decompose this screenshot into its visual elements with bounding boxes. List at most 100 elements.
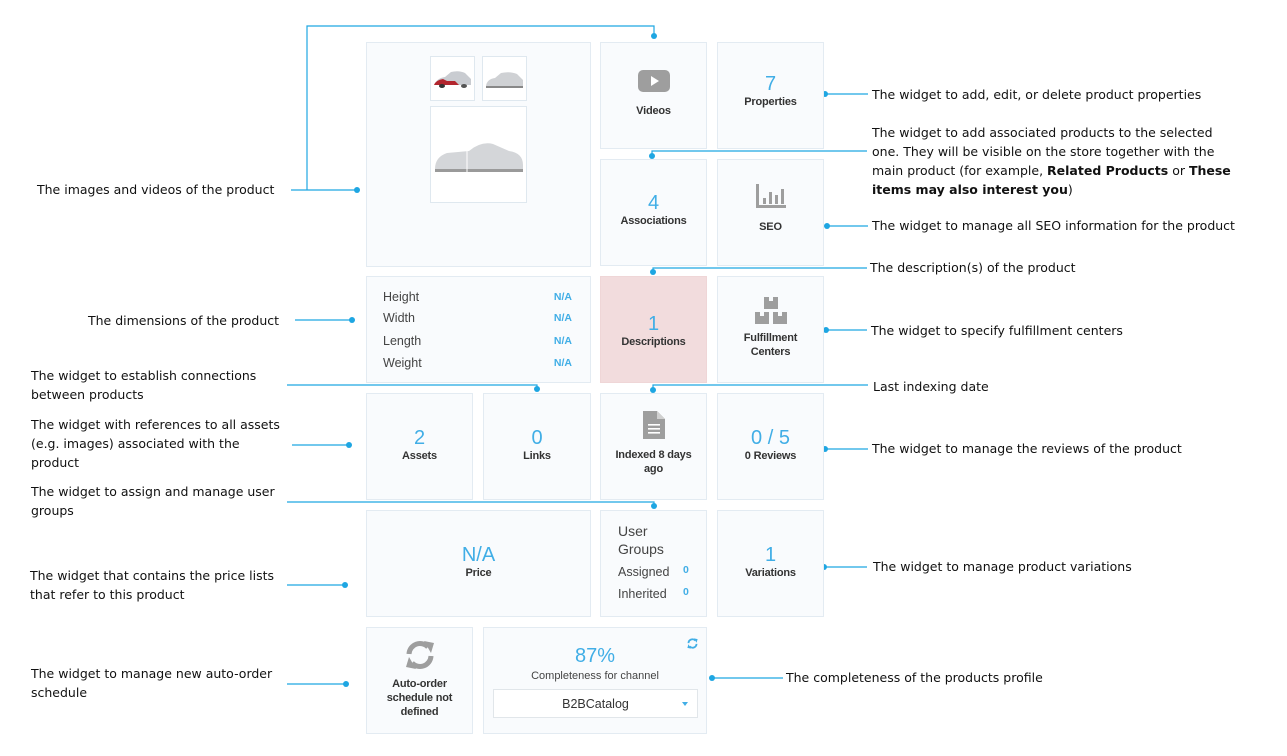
- reviews-label: 0 Reviews: [744, 449, 797, 462]
- image-thumbnail-1[interactable]: [430, 56, 475, 101]
- refresh-icon: [405, 640, 434, 669]
- dimension-key: Weight: [383, 356, 422, 370]
- videos-widget[interactable]: Videos: [600, 42, 707, 149]
- connector-user-groups: [287, 501, 655, 505]
- assets-count: 2: [413, 426, 426, 449]
- annotation-associations-line2: one. They will be visible on the store t…: [872, 144, 1215, 159]
- annotation-seo: The widget to manage all SEO information…: [872, 218, 1235, 233]
- associations-widget[interactable]: 4 Associations: [600, 159, 707, 266]
- dimension-row-width: Width N/A: [383, 308, 572, 328]
- user-groups-title-line2: Groups: [618, 541, 664, 557]
- text: main product (for example,: [872, 163, 1048, 178]
- price-value: N/A: [461, 543, 496, 566]
- annotation-associations-line4: items may also interest you): [872, 180, 1231, 199]
- dimension-key: Width: [383, 311, 415, 325]
- dimension-value: N/A: [553, 312, 572, 324]
- annotation-dimensions: The dimensions of the product: [88, 313, 280, 328]
- text: or: [1168, 163, 1189, 178]
- annotation-fulfillment: The widget to specify fulfillment center…: [871, 323, 1123, 338]
- dimension-key: Height: [383, 290, 420, 304]
- dimension-value: N/A: [553, 335, 572, 347]
- user-groups-assigned-key: Assigned: [618, 565, 670, 579]
- annotation-auto-order-line1: The widget to manage new auto-order: [31, 666, 273, 681]
- annotation-price: The widget that contains the price lists…: [30, 566, 274, 604]
- channel-select-value: B2BCatalog: [562, 697, 629, 711]
- dimension-row-length: Length N/A: [383, 331, 572, 351]
- annotation-associations-line1: The widget to add associated products to…: [872, 125, 1213, 140]
- associations-label: Associations: [620, 214, 687, 227]
- seo-label: SEO: [759, 220, 782, 233]
- annotation-user-groups-line1: The widget to assign and manage user: [31, 484, 275, 499]
- reviews-count: 0 / 5: [751, 426, 790, 449]
- annotation-indexed: Last indexing date: [873, 379, 989, 394]
- fulfillment-label-line1: Fulfillment: [743, 331, 798, 344]
- dimension-row-weight: Weight N/A: [383, 353, 572, 373]
- annotation-associations-line3: main product (for example, Related Produ…: [872, 161, 1231, 180]
- reviews-widget[interactable]: 0 / 5 0 Reviews: [717, 393, 824, 500]
- descriptions-widget[interactable]: 1 Descriptions: [600, 276, 707, 383]
- annotation-assets: The widget with references to all assets…: [31, 415, 280, 472]
- car-red-image: [434, 71, 471, 88]
- connector-links: [287, 384, 538, 389]
- dimension-value: N/A: [553, 357, 572, 369]
- completeness-percent: 87%: [574, 645, 616, 667]
- related-products-term: Related Products: [1047, 163, 1169, 178]
- fulfillment-label-line2: Centers: [750, 345, 791, 358]
- links-count: 0: [531, 426, 543, 449]
- dimension-key: Length: [383, 334, 422, 348]
- user-groups-inherited-value: 0: [683, 586, 689, 598]
- annotation-completeness: The completeness of the products profile: [786, 670, 1043, 685]
- media-widget[interactable]: [366, 42, 591, 267]
- user-groups-assigned-value: 0: [683, 564, 689, 576]
- connector-indexed: [652, 384, 868, 390]
- auto-order-widget[interactable]: Auto-order schedule not defined: [366, 627, 473, 734]
- completeness-label: Completeness for channel: [531, 670, 659, 682]
- car-covered-large-image: [435, 143, 523, 177]
- annotation-media: The images and videos of the product: [37, 182, 275, 197]
- connector-associations: [651, 150, 867, 155]
- descriptions-count: 1: [647, 312, 660, 335]
- connector-descriptions: [652, 267, 867, 272]
- boxes-icon: [754, 296, 787, 324]
- channel-select[interactable]: B2BCatalog: [493, 689, 698, 718]
- completeness-widget[interactable]: 87% Completeness for channel B2BCatalog: [483, 627, 707, 734]
- assets-label: Assets: [402, 449, 437, 462]
- image-main[interactable]: [430, 106, 527, 203]
- fulfillment-widget[interactable]: Fulfillment Centers: [717, 276, 824, 383]
- videos-label: Videos: [636, 104, 671, 117]
- properties-widget[interactable]: 7 Properties: [717, 42, 824, 149]
- annotation-auto-order-line2: schedule: [31, 685, 88, 700]
- annotation-price-line1: The widget that contains the price lists: [30, 568, 275, 583]
- annotation-links-line1: The widget to establish connections: [31, 368, 257, 383]
- indexed-widget[interactable]: Indexed 8 days ago: [600, 393, 707, 500]
- annotation-variations: The widget to manage product variations: [873, 559, 1132, 574]
- chevron-down-icon: [682, 702, 688, 706]
- image-thumbnail-2[interactable]: [482, 56, 527, 101]
- auto-order-label-line3: defined: [400, 705, 439, 718]
- user-groups-widget[interactable]: User Groups Assigned 0 Inherited 0: [600, 510, 707, 617]
- descriptions-label: Descriptions: [621, 335, 686, 348]
- seo-widget[interactable]: SEO: [717, 159, 824, 266]
- annotation-auto-order: The widget to manage new auto-order sche…: [31, 664, 272, 702]
- annotation-descriptions: The description(s) of the product: [870, 260, 1076, 275]
- indexed-label-line2: ago: [644, 463, 663, 475]
- annotation-user-groups-line2: groups: [31, 503, 74, 518]
- annotation-price-line2: that refer to this product: [30, 587, 185, 602]
- annotation-links: The widget to establish connections betw…: [31, 366, 256, 404]
- dimensions-widget[interactable]: Height N/A Width N/A Length N/A Weight N…: [366, 276, 591, 383]
- variations-widget[interactable]: 1 Variations: [717, 510, 824, 617]
- car-covered-image: [486, 72, 523, 88]
- auto-order-label-line2: schedule not: [386, 691, 453, 704]
- dimension-row-height: Height N/A: [383, 287, 572, 307]
- assets-widget[interactable]: 2 Assets: [366, 393, 473, 500]
- links-widget[interactable]: 0 Links: [483, 393, 591, 500]
- dimension-value: N/A: [553, 291, 572, 303]
- properties-count: 7: [764, 72, 777, 95]
- annotation-links-line2: between products: [31, 387, 144, 402]
- bar-chart-icon: [755, 183, 786, 208]
- price-widget[interactable]: N/A Price: [366, 510, 591, 617]
- these-items-term: These: [1188, 163, 1231, 178]
- video-play-icon: [637, 69, 670, 92]
- text: ): [1067, 182, 1073, 197]
- properties-label: Properties: [744, 95, 797, 108]
